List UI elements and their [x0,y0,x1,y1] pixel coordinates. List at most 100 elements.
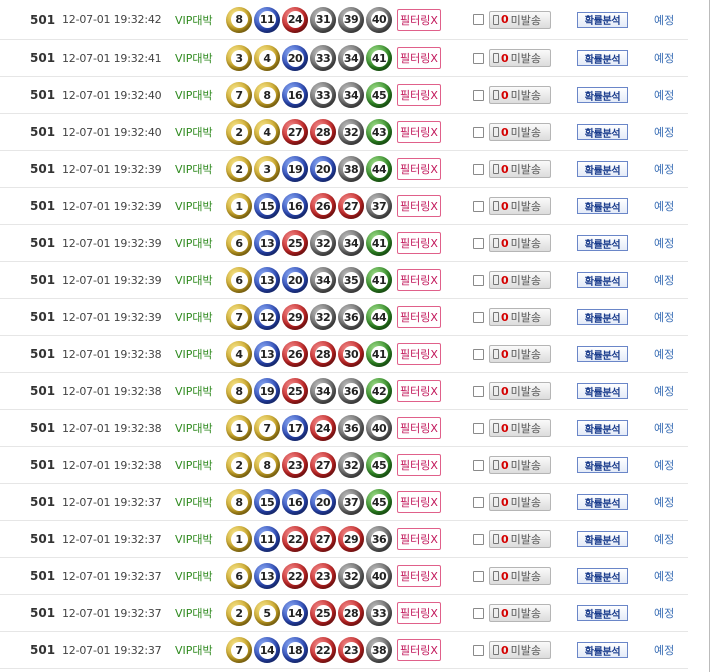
send-sms-button[interactable]: 0 미발송 [489,86,551,104]
scheduled-link[interactable]: 예정 [654,151,674,187]
select-checkbox[interactable] [473,14,484,25]
scheduled-link[interactable]: 예정 [654,447,674,483]
filter-button[interactable]: 필터링X [397,232,441,254]
send-sms-button[interactable]: 0 미발송 [489,567,551,585]
send-sms-button[interactable]: 0 미발송 [489,604,551,622]
filter-button[interactable]: 필터링X [397,306,441,328]
filter-button[interactable]: 필터링X [397,380,441,402]
send-count: 0 [501,495,509,509]
filter-button[interactable]: 필터링X [397,565,441,587]
scheduled-link[interactable]: 예정 [654,373,674,409]
send-sms-button[interactable]: 0 미발송 [489,10,551,29]
filter-button[interactable]: 필터링X [397,84,441,106]
scheduled-link[interactable]: 예정 [654,521,674,557]
scheduled-link[interactable]: 예정 [654,77,674,113]
member-name: VIP대박 [175,311,213,324]
select-checkbox[interactable] [473,422,484,434]
probability-analysis-button[interactable]: 확률분석 [577,642,628,658]
scheduled-link[interactable]: 예정 [654,40,674,76]
send-sms-button[interactable]: 0 미발송 [489,641,551,659]
send-sms-button[interactable]: 0 미발송 [489,382,551,400]
select-checkbox[interactable] [473,126,484,138]
scheduled-link[interactable]: 예정 [654,188,674,224]
phone-icon [493,53,499,63]
select-checkbox[interactable] [473,163,484,175]
probability-analysis-button[interactable]: 확률분석 [577,198,628,214]
select-checkbox[interactable] [473,496,484,508]
scheduled-link[interactable]: 예정 [654,114,674,150]
select-checkbox[interactable] [473,274,484,286]
select-checkbox[interactable] [473,200,484,212]
select-checkbox[interactable] [473,533,484,545]
scheduled-link[interactable]: 예정 [654,262,674,298]
scheduled-link[interactable]: 예정 [654,225,674,261]
filter-button[interactable]: 필터링X [397,195,441,217]
probability-analysis-button[interactable]: 확률분석 [577,383,628,399]
filter-button[interactable]: 필터링X [397,47,441,69]
scheduled-link[interactable]: 예정 [654,595,674,631]
probability-analysis-button[interactable]: 확률분석 [577,568,628,584]
round-number: 501 [30,495,56,509]
select-checkbox[interactable] [473,237,484,249]
select-checkbox[interactable] [473,385,484,397]
scheduled-link[interactable]: 예정 [654,336,674,372]
filter-button[interactable]: 필터링X [397,8,441,31]
probability-analysis-button[interactable]: 확률분석 [577,531,628,547]
send-sms-button[interactable]: 0 미발송 [489,197,551,215]
select-checkbox[interactable] [473,52,484,64]
filter-button[interactable]: 필터링X [397,269,441,291]
scheduled-link[interactable]: 예정 [654,299,674,335]
select-checkbox[interactable] [473,348,484,360]
send-sms-button[interactable]: 0 미발송 [489,456,551,474]
send-sms-button[interactable]: 0 미발송 [489,234,551,252]
probability-analysis-button[interactable]: 확률분석 [577,235,628,251]
filter-button[interactable]: 필터링X [397,491,441,513]
probability-analysis-button[interactable]: 확률분석 [577,309,628,325]
scheduled-link[interactable]: 예정 [654,484,674,520]
probability-analysis-button[interactable]: 확률분석 [577,457,628,473]
ball-number: 41 [370,271,388,289]
probability-analysis-button[interactable]: 확률분석 [577,87,628,103]
probability-analysis-button[interactable]: 확률분석 [577,420,628,436]
send-sms-button[interactable]: 0 미발송 [489,530,551,548]
scheduled-link[interactable]: 예정 [654,0,674,39]
probability-analysis-button[interactable]: 확률분석 [577,50,628,66]
scheduled-link[interactable]: 예정 [654,632,674,668]
member-name: VIP대박 [175,385,213,398]
filter-button[interactable]: 필터링X [397,417,441,439]
probability-analysis-button[interactable]: 확률분석 [577,161,628,177]
scheduled-link[interactable]: 예정 [654,558,674,594]
select-checkbox[interactable] [473,311,484,323]
send-sms-button[interactable]: 0 미발송 [489,308,551,326]
probability-analysis-button[interactable]: 확률분석 [577,124,628,140]
filter-button[interactable]: 필터링X [397,158,441,180]
scheduled-link[interactable]: 예정 [654,410,674,446]
filter-button[interactable]: 필터링X [397,454,441,476]
select-checkbox[interactable] [473,459,484,471]
filter-button[interactable]: 필터링X [397,639,441,661]
send-sms-button[interactable]: 0 미발송 [489,493,551,511]
lotto-ball: 37 [338,489,364,515]
filter-button[interactable]: 필터링X [397,602,441,624]
probability-analysis-button[interactable]: 확률분석 [577,11,628,28]
select-checkbox[interactable] [473,607,484,619]
probability-analysis-button[interactable]: 확률분석 [577,346,628,362]
send-sms-button[interactable]: 0 미발송 [489,419,551,437]
send-sms-button[interactable]: 0 미발송 [489,123,551,141]
send-sms-button[interactable]: 0 미발송 [489,49,551,67]
probability-analysis-button[interactable]: 확률분석 [577,605,628,621]
select-checkbox[interactable] [473,570,484,582]
send-sms-button[interactable]: 0 미발송 [489,345,551,363]
probability-analysis-button[interactable]: 확률분석 [577,272,628,288]
lotto-ball: 19 [254,378,280,404]
filter-button[interactable]: 필터링X [397,121,441,143]
probability-analysis-button[interactable]: 확률분석 [577,494,628,510]
phone-icon [493,164,499,174]
filter-button[interactable]: 필터링X [397,343,441,365]
send-sms-button[interactable]: 0 미발송 [489,160,551,178]
send-sms-button[interactable]: 0 미발송 [489,271,551,289]
select-checkbox[interactable] [473,89,484,101]
select-checkbox[interactable] [473,644,484,656]
filter-button[interactable]: 필터링X [397,528,441,550]
lotto-ball: 22 [310,637,336,663]
